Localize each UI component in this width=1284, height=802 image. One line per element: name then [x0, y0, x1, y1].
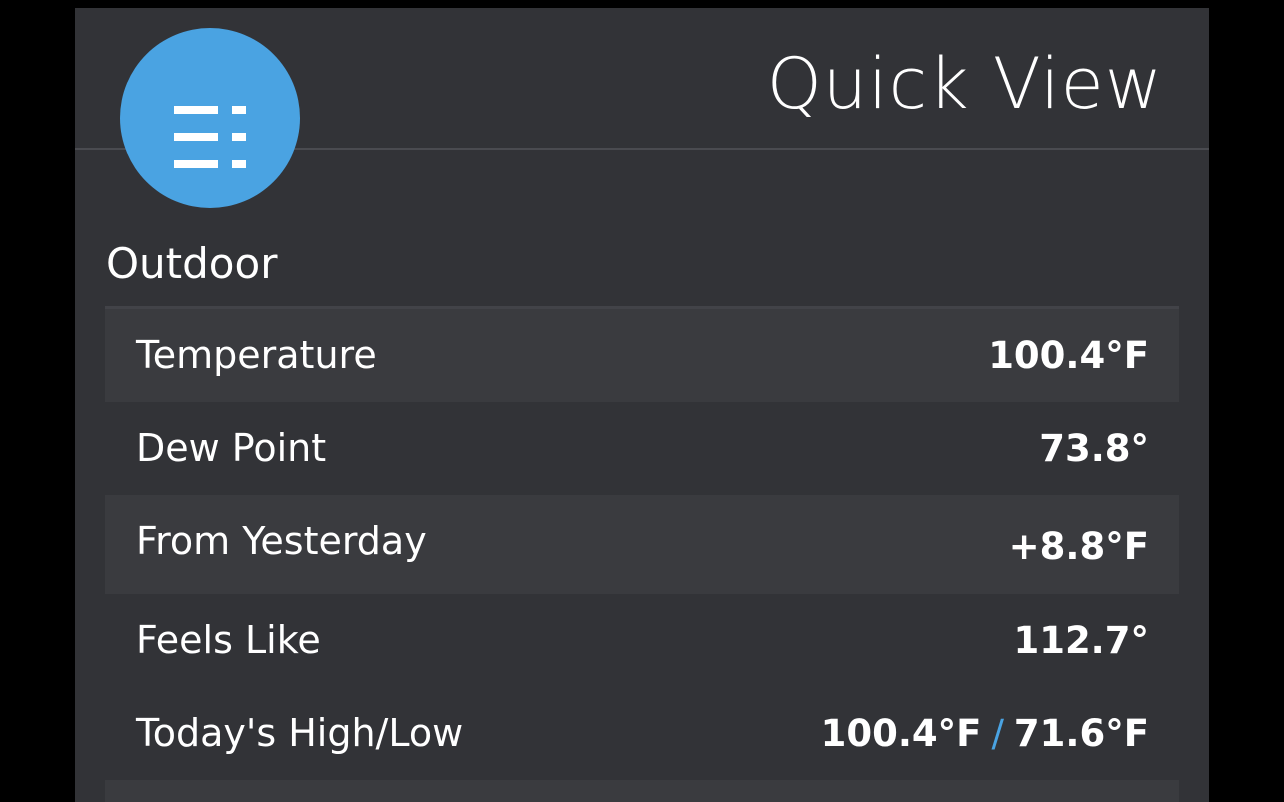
row-value: 112.7° — [1013, 619, 1149, 662]
row-label: Feels Like — [136, 618, 321, 662]
quick-view-panel: Quick View Outdoor Temperature 100.4°F D… — [75, 8, 1209, 802]
row-value: 100.4°F — [988, 334, 1149, 377]
row-dew-point: Dew Point 73.8° — [105, 402, 1179, 495]
row-value: 73.8° — [1039, 427, 1149, 470]
row-feels-like: Feels Like 112.7° — [105, 594, 1179, 687]
high-low-separator: / — [991, 712, 1004, 755]
low-value: 71.6°F — [1013, 712, 1149, 755]
row-value: +8.8°F — [1008, 525, 1149, 568]
high-value: 100.4°F — [820, 712, 982, 755]
row-label: Today's High/Low — [136, 711, 464, 755]
row-todays-high-low: Today's High/Low 100.4°F/71.6°F — [105, 687, 1179, 780]
row-label: From Yesterday — [136, 519, 427, 563]
section-title-outdoor: Outdoor — [106, 239, 278, 288]
row-label: Temperature — [136, 333, 377, 377]
menu-button[interactable] — [120, 28, 300, 208]
page-title: Quick View — [766, 43, 1163, 125]
row-temperature: Temperature 100.4°F — [105, 309, 1179, 402]
list-menu-icon — [174, 106, 246, 168]
row-from-yesterday: From Yesterday +8.8°F — [105, 495, 1179, 594]
row-next-partial — [105, 780, 1179, 802]
row-label: Dew Point — [136, 426, 327, 470]
high-low-value: 100.4°F/71.6°F — [821, 687, 1149, 780]
